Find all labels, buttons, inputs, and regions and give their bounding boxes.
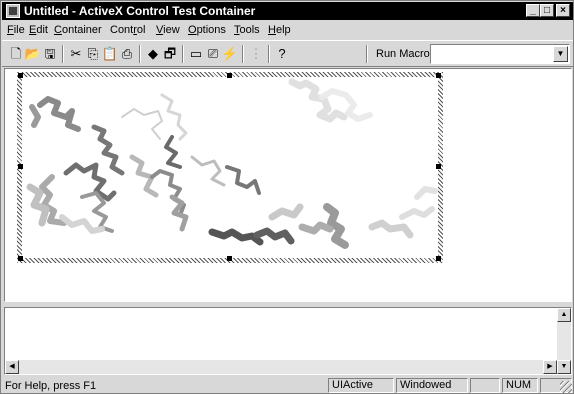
- cut-icon[interactable]: ✂: [68, 46, 84, 62]
- menu-options[interactable]: Options: [188, 24, 226, 37]
- scroll-down-icon[interactable]: ▼: [557, 360, 571, 374]
- open-icon[interactable]: 📂: [25, 46, 41, 62]
- run-macro-label: Run Macro:: [376, 48, 433, 60]
- help-icon[interactable]: ?: [274, 46, 290, 62]
- insert-control-icon[interactable]: ⎙: [119, 46, 135, 62]
- paste-icon[interactable]: 📋: [102, 46, 118, 62]
- maximize-button[interactable]: □: [540, 4, 554, 17]
- resize-handle[interactable]: [18, 73, 23, 78]
- output-pane[interactable]: ▲ ▼ ◀ ▶: [4, 307, 572, 375]
- toolbar-separator: [242, 45, 244, 63]
- status-pane-windowed: Windowed: [396, 378, 468, 393]
- toolbar-separator: [182, 45, 184, 63]
- copy-icon[interactable]: ⎘: [85, 46, 101, 62]
- status-pane-num: NUM: [502, 378, 538, 393]
- properties-icon[interactable]: 🗗: [162, 46, 178, 62]
- title-bar[interactable]: Untitled - ActiveX Control Test Containe…: [2, 2, 573, 20]
- horizontal-scrollbar[interactable]: ◀ ▶: [5, 360, 557, 374]
- resize-handle[interactable]: [436, 73, 441, 78]
- new-icon[interactable]: 🗋: [8, 46, 24, 62]
- random-walk-drawing: [26, 78, 438, 249]
- toolbar-separator: [268, 45, 270, 63]
- grid-icon[interactable]: ⋮: [248, 46, 264, 62]
- chevron-down-icon[interactable]: ▼: [553, 46, 568, 62]
- scroll-up-icon[interactable]: ▲: [557, 308, 571, 322]
- resize-handle[interactable]: [436, 164, 441, 169]
- scroll-left-icon[interactable]: ◀: [5, 360, 19, 374]
- resize-handle[interactable]: [18, 256, 23, 261]
- activex-control[interactable]: [22, 77, 438, 258]
- status-pane-empty: [470, 378, 500, 393]
- menu-control[interactable]: Control: [110, 24, 145, 37]
- run-macro-combobox[interactable]: ▼: [430, 44, 570, 64]
- resize-handle[interactable]: [436, 256, 441, 261]
- menu-tools[interactable]: Tools: [234, 24, 260, 37]
- app-window: Untitled - ActiveX Control Test Containe…: [0, 0, 574, 394]
- toolbar: 🗋 📂 🖫 ✂ ⎘ 📋 ⎙ ◆ 🗗 ▭ ⎚ ⚡ ⋮ ? Run Macro: ▼: [2, 40, 573, 67]
- save-icon[interactable]: 🖫: [42, 46, 58, 62]
- draw-metafile-icon[interactable]: ▭: [188, 46, 204, 62]
- menu-container[interactable]: Container: [54, 24, 102, 37]
- invoke-methods-icon[interactable]: ◆: [145, 46, 161, 62]
- menu-edit[interactable]: Edit: [29, 24, 48, 37]
- menu-help[interactable]: Help: [268, 24, 291, 37]
- menu-file[interactable]: File: [7, 24, 25, 37]
- window-title: Untitled - ActiveX Control Test Containe…: [24, 4, 256, 18]
- status-help-text: For Help, press F1: [5, 380, 97, 392]
- status-bar: For Help, press F1 UIActive Windowed NUM: [2, 377, 573, 394]
- run-macro-icon[interactable]: ⚡: [222, 46, 238, 62]
- events-icon[interactable]: ⎚: [205, 46, 221, 62]
- menu-view[interactable]: View: [156, 24, 180, 37]
- resize-handle[interactable]: [227, 256, 232, 261]
- vertical-scrollbar[interactable]: ▲ ▼: [557, 308, 571, 374]
- resize-grip-icon[interactable]: [560, 381, 572, 393]
- container-client-area[interactable]: [4, 68, 572, 302]
- scroll-right-icon[interactable]: ▶: [543, 360, 557, 374]
- resize-handle[interactable]: [227, 73, 232, 78]
- toolbar-separator: [62, 45, 64, 63]
- status-pane-uiactive: UIActive: [328, 378, 394, 393]
- close-button[interactable]: ×: [556, 4, 570, 17]
- resize-handle[interactable]: [18, 164, 23, 169]
- menu-bar: File Edit Container Control View Options…: [2, 21, 573, 39]
- toolbar-separator: [139, 45, 141, 63]
- toolbar-separator: [366, 45, 368, 63]
- app-icon[interactable]: [6, 4, 20, 18]
- minimize-button[interactable]: _: [526, 4, 540, 17]
